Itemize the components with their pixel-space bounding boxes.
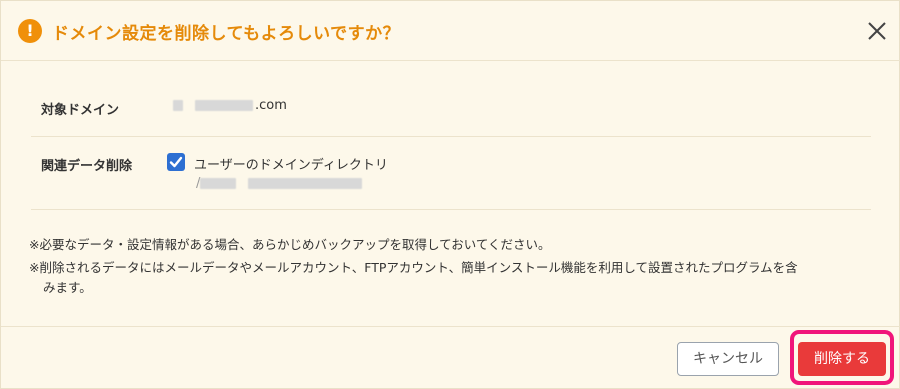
divider <box>31 209 871 210</box>
redacted-text <box>248 178 363 189</box>
deleted-data-note: ※削除されるデータにはメールデータやメールアカウント、FTPアカウント、簡単イン… <box>29 260 798 275</box>
redacted-text <box>200 178 237 189</box>
cancel-button[interactable]: キャンセル <box>677 342 779 376</box>
redacted-text <box>173 100 183 111</box>
user-domain-directory-label: ユーザーのドメインディレクトリ <box>194 158 388 173</box>
deleted-data-note-continued: みます。 <box>43 280 92 295</box>
backup-note: ※必要なデータ・設定情報がある場合、あらかじめバックアップを取得しておいてくださ… <box>29 237 551 252</box>
target-domain-value: .com <box>173 98 287 113</box>
exclamation-circle-icon: ! <box>18 19 42 43</box>
redacted-text <box>195 100 253 111</box>
delete-button[interactable]: 削除する <box>798 342 886 376</box>
dialog-title: ドメイン設定を削除してもよろしいですか？ <box>52 24 401 44</box>
delete-domain-dialog: ! ドメイン設定を削除してもよろしいですか？ 対象ドメイン .com 関連データ… <box>0 0 900 389</box>
domain-suffix: .com <box>255 98 287 113</box>
user-domain-directory-checkbox[interactable] <box>167 153 185 171</box>
checkmark-icon <box>169 156 183 168</box>
target-domain-label: 対象ドメイン <box>41 103 120 118</box>
footer-divider <box>1 326 900 327</box>
close-icon[interactable] <box>867 21 887 41</box>
directory-path: / <box>196 176 363 191</box>
divider <box>31 136 871 137</box>
related-data-delete-label: 関連データ削除 <box>41 159 133 174</box>
dialog-header: ! ドメイン設定を削除してもよろしいですか？ <box>1 1 900 61</box>
